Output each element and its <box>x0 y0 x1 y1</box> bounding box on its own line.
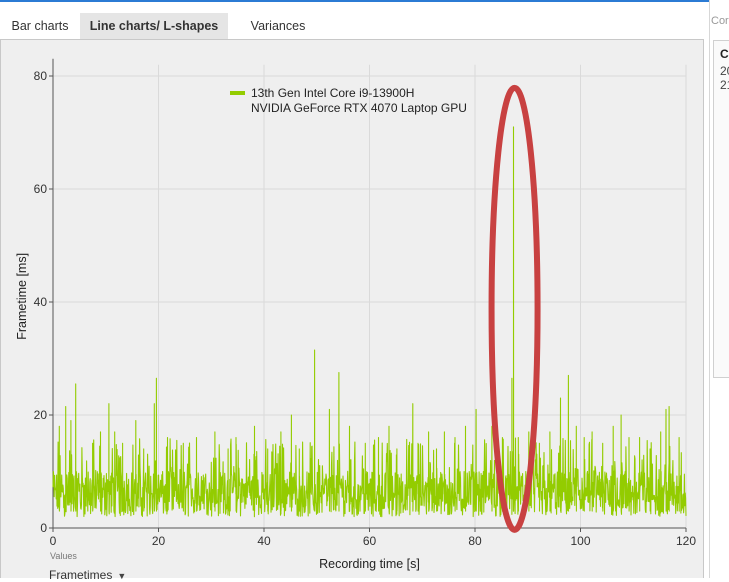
window-accent-line <box>0 0 729 2</box>
tab-bar-charts[interactable]: Bar charts <box>0 13 80 39</box>
y-tick-label: 80 <box>34 69 48 83</box>
metric-selector[interactable]: Frametimes ▼ <box>49 568 126 582</box>
tab-variances[interactable]: Variances <box>228 13 328 39</box>
x-tick-label: 80 <box>468 534 482 548</box>
legend-label-line2: NVIDIA GeForce RTX 4070 Laptop GPU <box>251 101 467 115</box>
tab-line-charts[interactable]: Line charts/ L-shapes <box>80 13 228 39</box>
x-tick-label: 60 <box>363 534 377 548</box>
y-tick-label: 60 <box>34 182 48 196</box>
y-tick-label: 20 <box>34 408 48 422</box>
y-tick-label: 40 <box>34 295 48 309</box>
side-panel-entry[interactable]: Co 20 21 <box>713 40 729 378</box>
y-tick-label: 0 <box>40 521 47 535</box>
x-axis-label: Recording time [s] <box>319 557 420 571</box>
x-tick-label: 40 <box>257 534 271 548</box>
metric-selector-value: Frametimes <box>49 568 113 582</box>
chart-area: 0 20 40 60 80 100 120 0 20 40 60 80 Recording time [… <box>0 39 704 582</box>
x-tick-label: 120 <box>676 534 696 548</box>
frametime-line-chart: 0 20 40 60 80 100 120 0 20 40 60 80 Recording time [… <box>15 58 696 571</box>
values-label: Values <box>50 551 77 561</box>
chevron-down-icon: ▼ <box>117 571 127 581</box>
side-entry-line2: 21 <box>720 78 729 92</box>
side-entry-title: Co <box>720 47 729 61</box>
comparison-side-panel: Cor Co 20 21 <box>709 0 729 578</box>
side-panel-header: Cor <box>711 15 729 27</box>
x-tick-label: 20 <box>152 534 166 548</box>
x-tick-label: 0 <box>50 534 57 548</box>
side-entry-line1: 20 <box>720 64 729 78</box>
y-axis-label: Frametime [ms] <box>15 253 29 340</box>
x-tick-label: 100 <box>570 534 590 548</box>
chart-tabs: Bar charts Line charts/ L-shapes Varianc… <box>0 13 706 39</box>
legend-swatch <box>230 91 245 95</box>
legend-label-line1: 13th Gen Intel Core i9-13900H <box>251 86 414 100</box>
